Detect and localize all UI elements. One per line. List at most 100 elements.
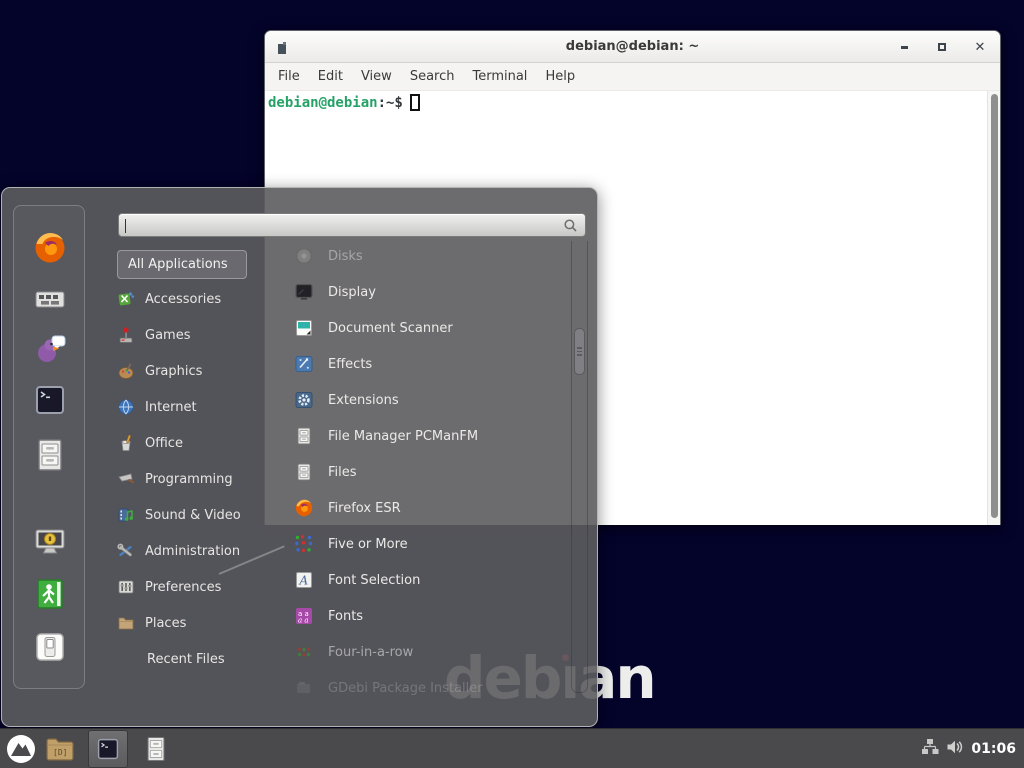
category-graphics[interactable]: Graphics [117,353,272,389]
menu-search-box [118,213,586,237]
terminal-cursor [410,94,420,111]
all-applications-button[interactable]: All Applications [117,250,247,279]
effects-icon [294,354,314,374]
category-preferences[interactable]: Preferences [117,569,272,605]
favorite-packages[interactable] [32,281,68,317]
programming-icon [117,470,135,488]
packages-icon [32,281,68,317]
accessories-icon [117,290,135,308]
search-input[interactable] [119,214,585,236]
menu-list-scrollbar-thumb[interactable] [574,328,585,375]
menu-list-scrollbar[interactable] [571,241,588,693]
menu-button-icon [6,734,36,764]
application-list: Disks Display Document Scanner Effects E… [285,238,571,706]
favorite-file-manager[interactable] [32,437,68,473]
terminal-menubar: File Edit View Search Terminal Help [265,63,1000,91]
menu-edit[interactable]: Edit [309,65,352,88]
file-cabinet-icon [294,462,314,482]
app-firefox-esr[interactable]: Firefox ESR [285,490,571,526]
taskbar-files-launcher[interactable] [138,729,174,768]
lock-screen-icon [32,524,68,560]
file-cabinet-icon [143,735,169,763]
preferences-icon [117,578,135,596]
menu-file[interactable]: File [269,65,309,88]
taskbar-clock[interactable]: 01:06 [971,741,1016,757]
window-title: debian@debian: ~ [566,39,699,54]
file-cabinet-icon [32,437,68,473]
app-document-scanner[interactable]: Document Scanner [285,310,571,346]
administration-icon [117,542,135,560]
menu-terminal[interactable]: Terminal [463,65,536,88]
category-recent-files[interactable]: Recent Files [117,641,272,677]
close-button[interactable]: ✕ [972,39,988,55]
five-or-more-icon [294,534,314,554]
terminal-icon [95,736,121,762]
sound-video-icon [117,506,135,524]
app-font-selection[interactable]: A Font Selection [285,562,571,598]
taskbar-terminal-button[interactable] [88,730,128,768]
app-extensions[interactable]: Extensions [285,382,571,418]
search-icon [563,218,578,237]
terminal-icon [32,382,68,418]
favorite-lock-screen[interactable] [32,524,68,560]
svg-text:[D]: [D] [53,748,67,757]
category-programming[interactable]: Programming [117,461,272,497]
app-five-or-more[interactable]: Five or More [285,526,571,562]
pidgin-icon [32,332,68,368]
favorite-terminal[interactable] [32,382,68,418]
terminal-scrollbar-thumb[interactable] [991,94,998,518]
app-files[interactable]: Files [285,454,571,490]
app-file-manager-pcmanfm[interactable]: File Manager PCManFM [285,418,571,454]
folder-icon: [D] [44,734,76,764]
internet-icon [117,398,135,416]
taskbar-file-manager-launcher[interactable]: [D] [42,729,78,768]
terminal-titlebar[interactable]: debian@debian: ~ ✕ [265,31,1000,63]
graphics-icon [117,362,135,380]
gdebi-icon [294,678,314,698]
maximize-button[interactable] [934,39,950,55]
category-accessories[interactable]: Accessories [117,281,272,317]
app-disks[interactable]: Disks [285,238,571,274]
volume-icon[interactable] [946,738,964,760]
app-gdebi-package-installer[interactable]: GDebi Package Installer [285,670,571,706]
favorites-rail [13,205,85,689]
file-cabinet-icon [294,426,314,446]
category-office[interactable]: Office [117,425,272,461]
category-games[interactable]: Games [117,317,272,353]
places-icon [117,614,135,632]
application-menu: All Applications Accessories Games Graph… [1,187,598,727]
menu-help[interactable]: Help [536,65,584,88]
category-administration[interactable]: Administration [117,533,272,569]
category-sound-video[interactable]: Sound & Video [117,497,272,533]
app-effects[interactable]: Effects [285,346,571,382]
terminal-app-icon [277,40,288,59]
font-selection-icon: A [294,570,314,590]
taskbar-menu-button[interactable] [0,729,42,768]
four-in-a-row-icon [294,642,314,662]
taskbar: [D] 01:06 [0,728,1024,768]
desktop: debıan debian@debian: ~ ✕ File Edit View… [0,0,1024,768]
app-display[interactable]: Display [285,274,571,310]
log-out-icon [32,576,68,612]
text-caret [125,219,126,233]
network-icon[interactable] [921,738,939,760]
menu-search[interactable]: Search [401,65,464,88]
favorite-firefox[interactable] [32,230,68,266]
shell-prompt: debian@debian:~$ [265,91,1000,111]
app-four-in-a-row[interactable]: Four-in-a-row [285,634,571,670]
menu-view[interactable]: View [352,65,401,88]
favorite-shut-down[interactable] [32,629,68,665]
display-icon [294,282,314,302]
firefox-icon [32,230,68,266]
app-fonts[interactable]: a aa a Fonts [285,598,571,634]
office-icon [117,434,135,452]
favorite-pidgin[interactable] [32,332,68,368]
minimize-button[interactable] [896,39,912,55]
category-places[interactable]: Places [117,605,272,641]
category-list: Accessories Games Graphics Internet Offi… [117,281,272,677]
terminal-scrollbar[interactable] [987,91,1000,525]
svg-text:a a: a a [298,617,309,625]
category-internet[interactable]: Internet [117,389,272,425]
favorite-log-out[interactable] [32,576,68,612]
svg-text:A: A [299,574,309,588]
